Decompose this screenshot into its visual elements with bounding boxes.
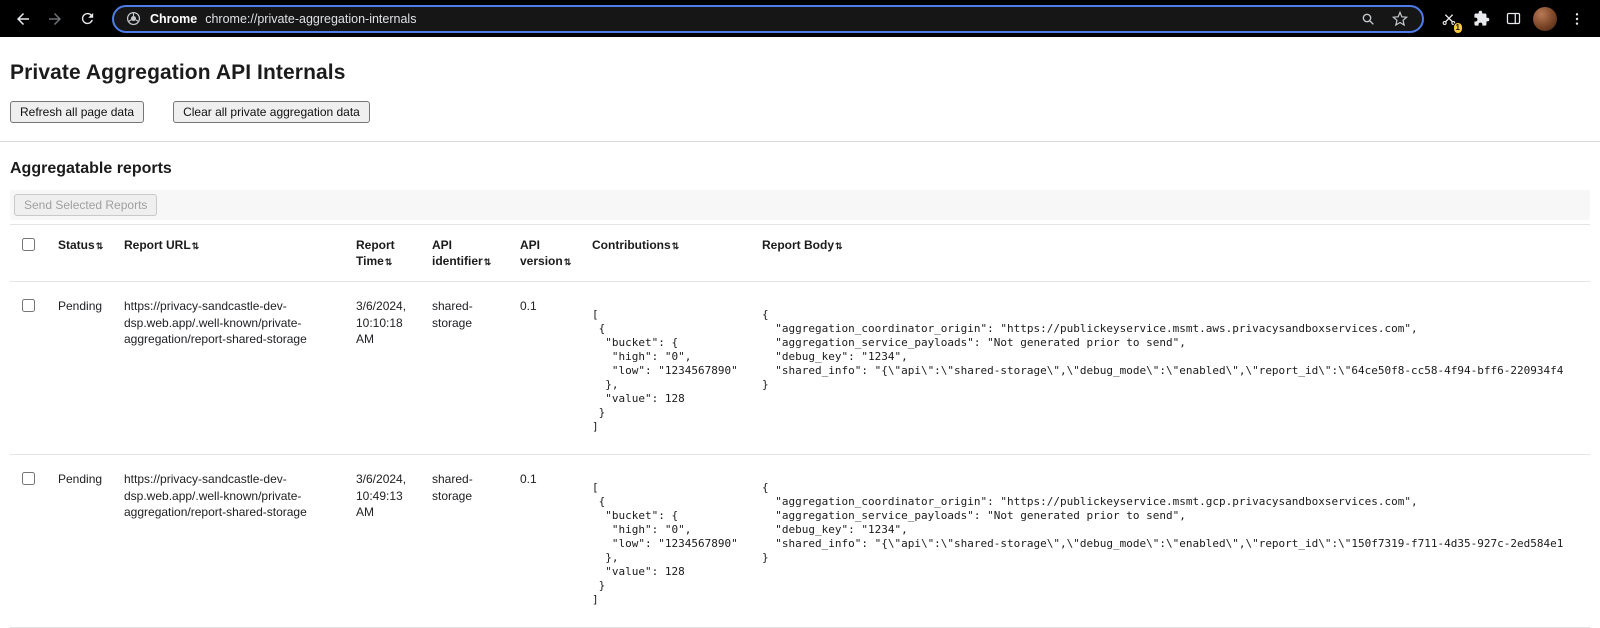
section-divider [0, 141, 1600, 142]
sort-icon[interactable]: ⇅ [835, 241, 843, 251]
menu-dots-icon[interactable] [1562, 4, 1592, 34]
contributions-json: [ { "bucket": { "high": "0", "low": "123… [592, 481, 746, 607]
bookmark-star-icon[interactable] [1388, 7, 1412, 31]
aggregatable-reports-table: Status⇅ Report URL⇅ Report Time⇅ API ide… [10, 224, 1590, 628]
select-all-cell [10, 225, 50, 282]
header-contributions-label: Contributions [592, 238, 671, 252]
header-api-identifier[interactable]: API identifier⇅ [424, 225, 512, 282]
sort-icon[interactable]: ⇅ [484, 257, 492, 267]
row-contributions: [ { "bucket": { "high": "0", "low": "123… [584, 455, 754, 628]
header-status[interactable]: Status⇅ [50, 225, 116, 282]
back-button[interactable] [8, 4, 38, 34]
omnibox-url[interactable]: chrome://private-aggregation-internals [205, 12, 416, 26]
extension-action-icon[interactable]: 1 [1434, 4, 1464, 34]
row-report-body: { "aggregation_coordinator_origin": "htt… [754, 282, 1590, 455]
header-api-version[interactable]: API version⇅ [512, 225, 584, 282]
row-report-time: 3/6/2024, 10:49:13 AM [348, 455, 424, 628]
refresh-all-button[interactable]: Refresh all page data [10, 101, 144, 123]
row-report-url: https://privacy-sandcastle-dev-dsp.web.a… [116, 282, 348, 455]
forward-button[interactable] [40, 4, 70, 34]
row-select-cell [10, 455, 50, 628]
sort-icon[interactable]: ⇅ [192, 241, 200, 251]
select-all-checkbox[interactable] [22, 238, 35, 251]
page-actions: Refresh all page data Clear all private … [10, 101, 1590, 123]
row-api-identifier: shared-storage [424, 455, 512, 628]
side-panel-icon[interactable] [1498, 4, 1528, 34]
row-api-version: 0.1 [512, 282, 584, 455]
header-status-label: Status [58, 238, 95, 252]
row-report-time: 3/6/2024, 10:10:18 AM [348, 282, 424, 455]
sort-icon[interactable]: ⇅ [564, 257, 572, 267]
page-title: Private Aggregation API Internals [10, 61, 1590, 85]
row-checkbox[interactable] [22, 472, 35, 485]
table-header-row: Status⇅ Report URL⇅ Report Time⇅ API ide… [10, 225, 1590, 282]
header-api-version-label: API version [520, 238, 563, 268]
extensions-puzzle-icon[interactable] [1466, 4, 1496, 34]
sort-icon[interactable]: ⇅ [672, 241, 680, 251]
profile-avatar[interactable] [1530, 4, 1560, 34]
header-report-url[interactable]: Report URL⇅ [116, 225, 348, 282]
row-contributions: [ { "bucket": { "high": "0", "low": "123… [584, 282, 754, 455]
contributions-json: [ { "bucket": { "high": "0", "low": "123… [592, 308, 746, 434]
page-content: Private Aggregation API Internals Refres… [0, 61, 1600, 628]
avatar [1533, 7, 1557, 31]
browser-toolbar: Chrome chrome://private-aggregation-inte… [0, 0, 1600, 37]
row-api-version: 0.1 [512, 455, 584, 628]
extension-badge: 1 [1453, 22, 1463, 34]
send-selected-reports-button[interactable]: Send Selected Reports [14, 194, 157, 216]
row-status: Pending [50, 455, 116, 628]
clear-all-button[interactable]: Clear all private aggregation data [173, 101, 370, 123]
table-row: Pending https://privacy-sandcastle-dev-d… [10, 455, 1590, 628]
header-report-body[interactable]: Report Body⇅ [754, 225, 1590, 282]
row-checkbox[interactable] [22, 299, 35, 312]
reports-toolbar: Send Selected Reports [10, 190, 1590, 220]
section-heading: Aggregatable reports [10, 160, 1590, 178]
row-report-body: { "aggregation_coordinator_origin": "htt… [754, 455, 1590, 628]
zoom-icon[interactable] [1356, 7, 1380, 31]
header-report-time[interactable]: Report Time⇅ [348, 225, 424, 282]
header-api-identifier-label: API identifier [432, 238, 483, 268]
sort-icon[interactable]: ⇅ [96, 241, 104, 251]
omnibox-scope-label: Chrome [150, 12, 197, 26]
table-row: Pending https://privacy-sandcastle-dev-d… [10, 282, 1590, 455]
report-body-json: { "aggregation_coordinator_origin": "htt… [762, 308, 1582, 392]
sort-icon[interactable]: ⇅ [385, 257, 393, 267]
reload-button[interactable] [72, 4, 102, 34]
header-report-body-label: Report Body [762, 238, 834, 252]
address-bar[interactable]: Chrome chrome://private-aggregation-inte… [112, 5, 1424, 33]
row-status: Pending [50, 282, 116, 455]
row-report-url: https://privacy-sandcastle-dev-dsp.web.a… [116, 455, 348, 628]
header-report-url-label: Report URL [124, 238, 191, 252]
row-api-identifier: shared-storage [424, 282, 512, 455]
row-select-cell [10, 282, 50, 455]
header-contributions[interactable]: Contributions⇅ [584, 225, 754, 282]
report-body-json: { "aggregation_coordinator_origin": "htt… [762, 481, 1582, 565]
chrome-logo-icon [124, 10, 142, 28]
